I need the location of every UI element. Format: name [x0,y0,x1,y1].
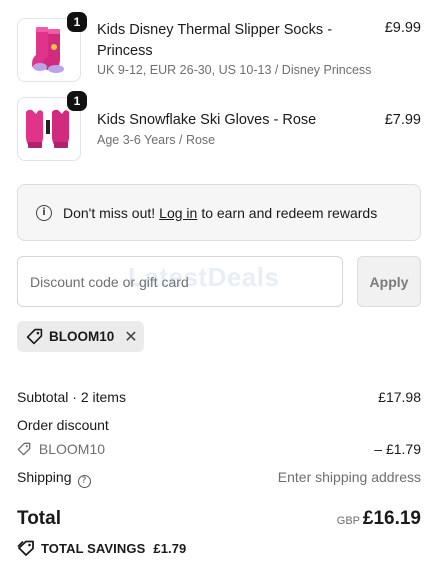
savings-label: TOTAL SAVINGS [41,540,146,556]
product-price: £7.99 [384,112,421,128]
order-discount-row: Order discount [17,417,421,433]
product-variant: Age 3-6 Years / Rose [97,133,216,147]
subtotal-row: Subtotal · 2 items £17.98 [17,389,421,405]
product-name[interactable]: Kids Snowflake Ski Gloves - Rose [97,110,352,131]
product-variant: UK 9-12, EUR 26-30, US 10-13 / Disney Pr… [97,63,372,77]
discount-code-label: BLOOM10 [38,441,106,457]
total-value: £16.19 [362,508,421,529]
subtotal-label: Subtotal · 2 items [17,389,126,405]
discount-code-input[interactable] [17,256,343,307]
currency-code: GBP [336,515,360,527]
login-link[interactable]: Log in [159,205,197,221]
info-icon: i [36,204,52,221]
shipping-value: Enter shipping address [277,469,421,485]
savings-value: £1.79 [153,540,187,556]
total-label: Total [17,508,61,529]
product-name[interactable]: Kids Disney Thermal Slipper Socks - Prin… [97,20,352,62]
quantity-badge: 1 [67,12,87,32]
applied-code: BLOOM10 [49,329,115,344]
help-icon[interactable]: ? [77,474,91,488]
shipping-label: Shipping [17,469,72,485]
quantity-badge: 1 [67,91,87,111]
discount-code-row: BLOOM10 – £1.79 [17,441,421,457]
rewards-notice: i Don't miss out! Log in to earn and red… [17,184,421,241]
line-item: 1 Kids Disney Thermal Slipper Socks - Pr… [17,12,421,82]
discount-value: – £1.79 [374,441,421,457]
notice-suffix: to earn and redeem rewards [201,204,378,221]
product-thumbnail[interactable]: 1 [17,12,87,82]
remove-discount-icon[interactable]: ✕ [124,327,137,347]
notice-prefix: Don't miss out! [63,204,156,221]
line-item: 1 Kids Snowflake Ski Gloves - Rose Age 3… [17,91,421,161]
savings-tag-icon [17,540,34,556]
subtotal-value: £17.98 [378,389,421,405]
order-discount-label: Order discount [17,417,109,433]
applied-discount-chip: BLOOM10 ✕ [17,321,144,352]
tag-icon [17,442,31,456]
product-price: £9.99 [384,20,421,36]
shipping-row: Shipping? Enter shipping address [17,469,421,488]
product-thumbnail[interactable]: 1 [17,91,87,161]
tag-icon [26,328,43,345]
apply-button[interactable]: Apply [357,256,421,307]
total-savings: TOTAL SAVINGS £1.79 [17,540,186,556]
